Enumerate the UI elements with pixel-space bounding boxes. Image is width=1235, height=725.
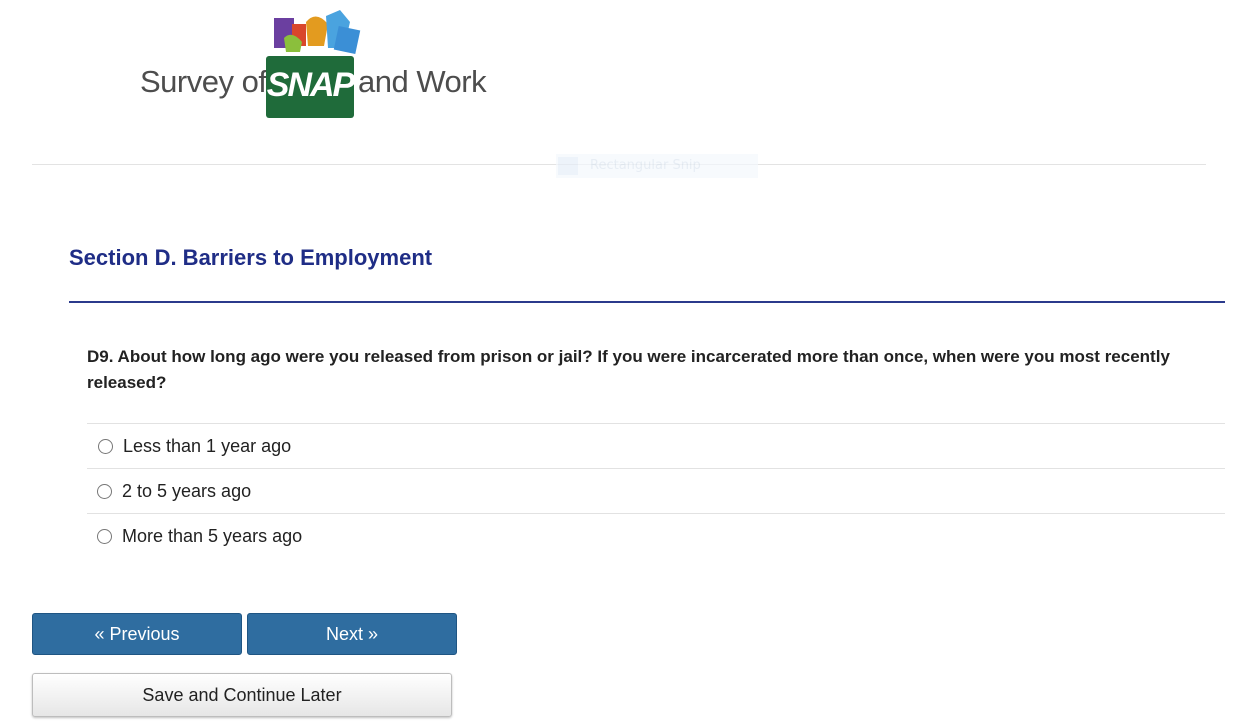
option-more-than-5-years[interactable]: More than 5 years ago [87, 513, 1225, 558]
survey-logo: Survey of SNAP and Work [140, 8, 500, 128]
logo-snap-badge: SNAP [266, 56, 355, 118]
previous-button[interactable]: « Previous [32, 613, 242, 655]
save-and-continue-later-button[interactable]: Save and Continue Later [32, 673, 452, 717]
option-label[interactable]: More than 5 years ago [122, 526, 302, 547]
option-2-to-5-years[interactable]: 2 to 5 years ago [87, 468, 1225, 513]
snip-tool-label: Rectangular Snip [590, 158, 701, 173]
logo-text-survey-of: Survey of [140, 64, 267, 99]
section-title: Section D. Barriers to Employment [69, 245, 433, 270]
grocery-bag-icon [274, 10, 361, 55]
logo-text-and-work: and Work [358, 64, 487, 99]
option-less-than-1-year[interactable]: Less than 1 year ago [87, 423, 1225, 468]
logo-text-snap: SNAP [266, 66, 355, 104]
option-label[interactable]: 2 to 5 years ago [122, 481, 251, 502]
option-label[interactable]: Less than 1 year ago [123, 436, 291, 457]
next-button[interactable]: Next » [247, 613, 457, 655]
snip-icon [558, 157, 578, 175]
radio-button[interactable] [98, 439, 113, 454]
radio-button[interactable] [97, 529, 112, 544]
radio-button[interactable] [97, 484, 112, 499]
snip-tool-ghost: Rectangular Snip [556, 154, 758, 178]
question-text: D9. About how long ago were you released… [87, 347, 1170, 392]
answer-options: Less than 1 year ago 2 to 5 years ago Mo… [87, 423, 1225, 558]
section-divider [69, 301, 1225, 303]
